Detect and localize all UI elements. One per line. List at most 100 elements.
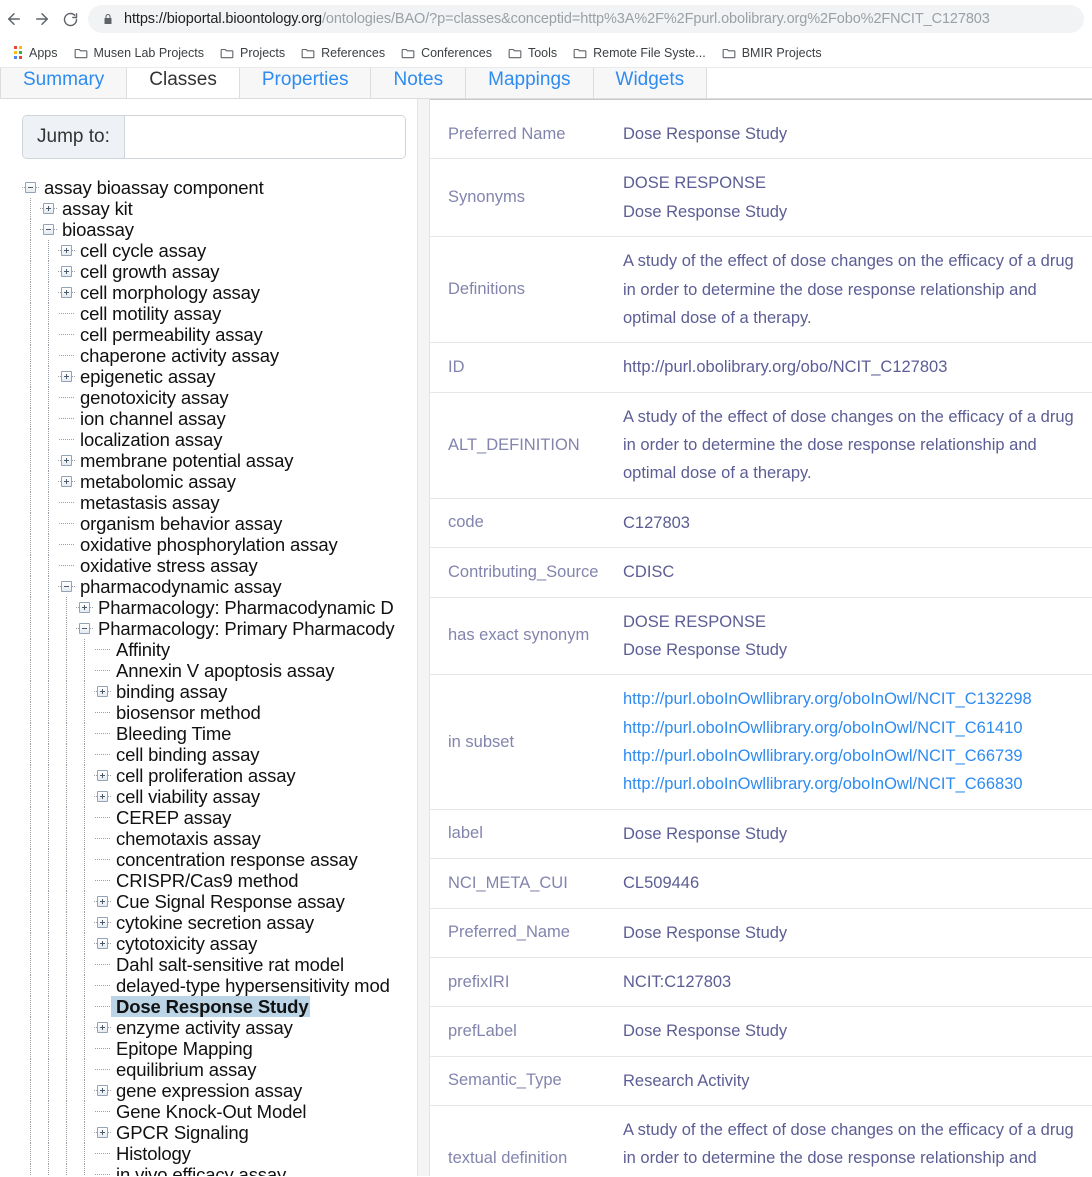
tree-node[interactable]: equilibrium assay [22,1059,417,1080]
back-arrow-icon[interactable] [0,5,28,33]
tree-node[interactable]: delayed-type hypersensitivity mod [22,975,417,996]
tree-expand-icon[interactable] [94,1122,111,1143]
page-tab-summary[interactable]: Summary [0,68,128,98]
tree-node[interactable]: Histology [22,1143,417,1164]
tree-node[interactable]: Bleeding Time [22,723,417,744]
tree-node[interactable]: CRISPR/Cas9 method [22,870,417,891]
tree-node[interactable]: localization assay [22,429,417,450]
tree-collapse-icon[interactable] [40,219,57,240]
tree-node[interactable]: metabolomic assay [22,471,417,492]
tree-node[interactable]: Annexin V apoptosis assay [22,660,417,681]
tree-expand-icon[interactable] [76,597,93,618]
tree-node[interactable]: cell binding assay [22,744,417,765]
details-value-link[interactable]: http://purl.oboInOwllibrary.org/oboInOwl… [623,714,1084,742]
tree-node[interactable]: GPCR Signaling [22,1122,417,1143]
tree-node[interactable]: bioassay [22,219,417,240]
tree-node[interactable]: concentration response assay [22,849,417,870]
tree-node[interactable]: cell motility assay [22,303,417,324]
tree-indent [22,282,58,303]
panel-divider[interactable] [417,99,430,1176]
page-tab-label: Properties [261,69,349,90]
tree-node[interactable]: cell permeability assay [22,324,417,345]
tree-expand-icon[interactable] [94,786,111,807]
tree-expand-icon[interactable] [94,765,111,786]
tree-collapse-icon[interactable] [58,576,75,597]
bookmark-musen-lab-projects[interactable]: Musen Lab Projects [66,41,212,65]
bookmark-apps[interactable]: Apps [6,41,66,65]
page-tab-notes[interactable]: Notes [370,68,467,98]
reload-icon[interactable] [56,5,84,33]
bookmark-bmir-projects[interactable]: BMIR Projects [714,41,830,65]
tree-node[interactable]: biosensor method [22,702,417,723]
bookmark-references[interactable]: References [293,41,393,65]
details-value-link[interactable]: http://purl.oboInOwllibrary.org/oboInOwl… [623,770,1084,798]
tree-node[interactable]: Gene Knock-Out Model [22,1101,417,1122]
tree-node[interactable]: genotoxicity assay [22,387,417,408]
tree-node[interactable]: Pharmacology: Pharmacodynamic D [22,597,417,618]
tree-node[interactable]: Pharmacology: Primary Pharmacody [22,618,417,639]
tree-node[interactable]: pharmacodynamic assay [22,576,417,597]
tree-expand-icon[interactable] [94,1080,111,1101]
tree-node[interactable]: cytotoxicity assay [22,933,417,954]
tree-expand-icon[interactable] [58,450,75,471]
tree-node[interactable]: epigenetic assay [22,366,417,387]
tree-node[interactable]: ion channel assay [22,408,417,429]
tree-expand-icon[interactable] [94,681,111,702]
tree-node[interactable]: Affinity [22,639,417,660]
tree-node-selected[interactable]: Dose Response Study [22,996,417,1017]
tree-node[interactable]: in vivo efficacy assay [22,1164,417,1176]
page-tab-properties[interactable]: Properties [238,68,372,98]
details-value-text: Dose Response Study [623,1022,788,1041]
tree-node[interactable]: cell morphology assay [22,282,417,303]
tree-expand-icon[interactable] [94,933,111,954]
page-tab-widgets[interactable]: Widgets [592,68,708,98]
tree-node[interactable]: metastasis assay [22,492,417,513]
tree-node[interactable]: Epitope Mapping [22,1038,417,1059]
tree-expand-icon[interactable] [94,912,111,933]
forward-arrow-icon[interactable] [28,5,56,33]
details-tab-label: Class Mappings ( 11 ) [772,99,936,100]
tree-expand-icon[interactable] [94,891,111,912]
tree-indent [22,1122,94,1143]
tree-node[interactable]: gene expression assay [22,1080,417,1101]
address-bar[interactable]: https://bioportal.bioontology.org/ontolo… [88,5,1084,33]
details-row-value: Dose Response Study [623,908,1092,957]
tree-node[interactable]: membrane potential assay [22,450,417,471]
tree-expand-icon[interactable] [40,198,57,219]
tree-node[interactable]: organism behavior assay [22,513,417,534]
bookmark-projects[interactable]: Projects [212,41,293,65]
tree-node[interactable]: oxidative phosphorylation assay [22,534,417,555]
tree-node[interactable]: binding assay [22,681,417,702]
tree-node[interactable]: cell viability assay [22,786,417,807]
tree-node[interactable]: cell growth assay [22,261,417,282]
tree-node[interactable]: chemotaxis assay [22,828,417,849]
tree-expand-icon[interactable] [58,366,75,387]
bookmark-conferences[interactable]: Conferences [393,41,500,65]
bookmark-tools[interactable]: Tools [500,41,565,65]
tree-node[interactable]: Dahl salt-sensitive rat model [22,954,417,975]
tree-expand-icon[interactable] [58,261,75,282]
tree-node[interactable]: Cue Signal Response assay [22,891,417,912]
bookmark-remote-file-system[interactable]: Remote File Syste... [565,41,714,65]
tree-node[interactable]: cytokine secretion assay [22,912,417,933]
tree-expand-icon[interactable] [58,471,75,492]
details-value-link[interactable]: http://purl.oboInOwllibrary.org/oboInOwl… [623,742,1084,770]
tree-expand-icon[interactable] [58,240,75,261]
tree-node[interactable]: chaperone activity assay [22,345,417,366]
jump-to-input[interactable] [124,116,405,158]
tree-collapse-icon[interactable] [22,177,39,198]
tree-collapse-icon[interactable] [76,618,93,639]
tree-node[interactable]: CEREP assay [22,807,417,828]
tree-expand-icon[interactable] [58,282,75,303]
tree-node[interactable]: assay bioassay component [22,177,417,198]
tree-node[interactable]: cell proliferation assay [22,765,417,786]
bookmark-label: Conferences [421,45,492,60]
tree-expand-icon[interactable] [94,1017,111,1038]
tree-node[interactable]: enzyme activity assay [22,1017,417,1038]
page-tab-mappings[interactable]: Mappings [465,68,594,98]
details-value-link[interactable]: http://purl.oboInOwllibrary.org/oboInOwl… [623,685,1084,713]
tree-node[interactable]: oxidative stress assay [22,555,417,576]
tree-node[interactable]: assay kit [22,198,417,219]
tree-node[interactable]: cell cycle assay [22,240,417,261]
page-tab-classes[interactable]: Classes [126,68,240,98]
